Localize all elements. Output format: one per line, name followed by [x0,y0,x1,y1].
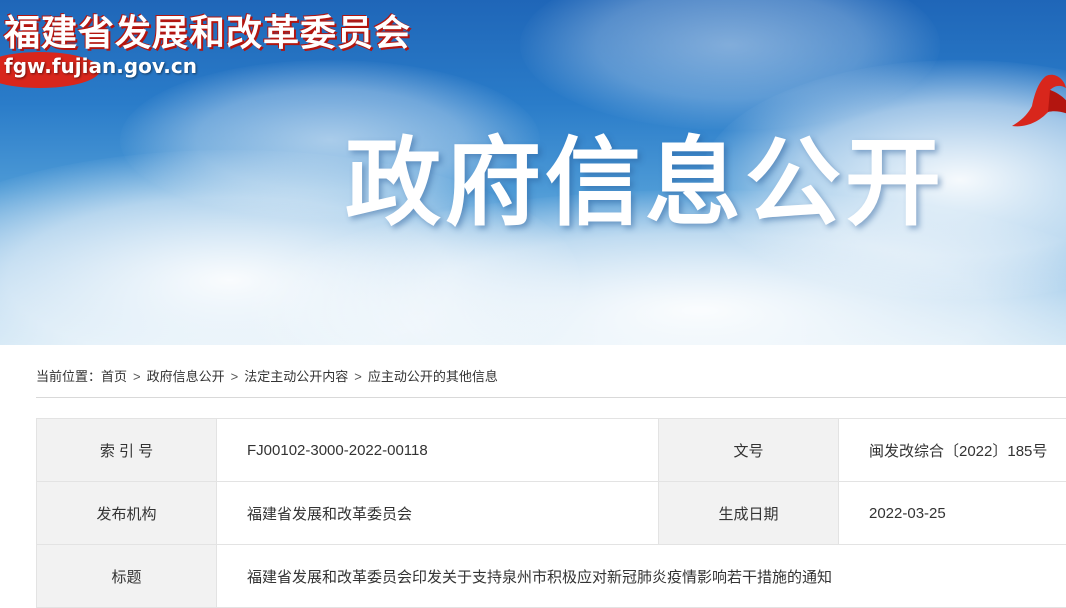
table-row: 索 引 号 FJ00102-3000-2022-00118 文号 闽发改综合〔2… [37,419,1066,482]
document-info-table: 索 引 号 FJ00102-3000-2022-00118 文号 闽发改综合〔2… [36,418,1066,608]
breadcrumb: 当前位置：首页 > 政府信息公开 > 法定主动公开内容 > 应主动公开的其他信息 [36,366,498,385]
breadcrumb-home[interactable]: 首页 [101,369,127,384]
publisher-value: 福建省发展和改革委员会 [217,482,659,545]
breadcrumb-other-info[interactable]: 应主动公开的其他信息 [368,369,498,384]
table-row: 发布机构 福建省发展和改革委员会 生成日期 2022-03-25 [37,482,1066,545]
dove-icon [1010,70,1066,150]
index-number-label: 索 引 号 [37,419,217,482]
breadcrumb-separator: > [231,369,239,384]
table-row: 标题 福建省发展和改革委员会印发关于支持泉州市积极应对新冠肺炎疫情影响若干措施的… [37,545,1066,608]
breadcrumb-separator: > [133,369,141,384]
banner-title: 政府信息公开 [345,128,945,238]
site-domain: fgw.fujian.gov.cn [4,54,197,78]
date-label: 生成日期 [659,482,839,545]
title-label: 标题 [37,545,217,608]
breadcrumb-prefix: 当前位置： [36,369,101,384]
document-number-value: 闽发改综合〔2022〕185号 [839,419,1066,482]
breadcrumb-legal-content[interactable]: 法定主动公开内容 [244,369,348,384]
title-value: 福建省发展和改革委员会印发关于支持泉州市积极应对新冠肺炎疫情影响若干措施的通知 [217,545,1066,608]
date-value: 2022-03-25 [839,482,1066,545]
breadcrumb-gov-info[interactable]: 政府信息公开 [147,369,225,384]
publisher-label: 发布机构 [37,482,217,545]
document-number-label: 文号 [659,419,839,482]
header-banner: 福建省发展和改革委员会 fgw.fujian.gov.cn 政府信息公开 [0,0,1066,345]
breadcrumb-divider [36,397,1066,398]
site-logo[interactable]: 福建省发展和改革委员会 fgw.fujian.gov.cn [0,0,430,85]
breadcrumb-separator: > [354,369,362,384]
site-name: 福建省发展和改革委员会 [4,4,411,56]
index-number-value: FJ00102-3000-2022-00118 [217,419,659,482]
